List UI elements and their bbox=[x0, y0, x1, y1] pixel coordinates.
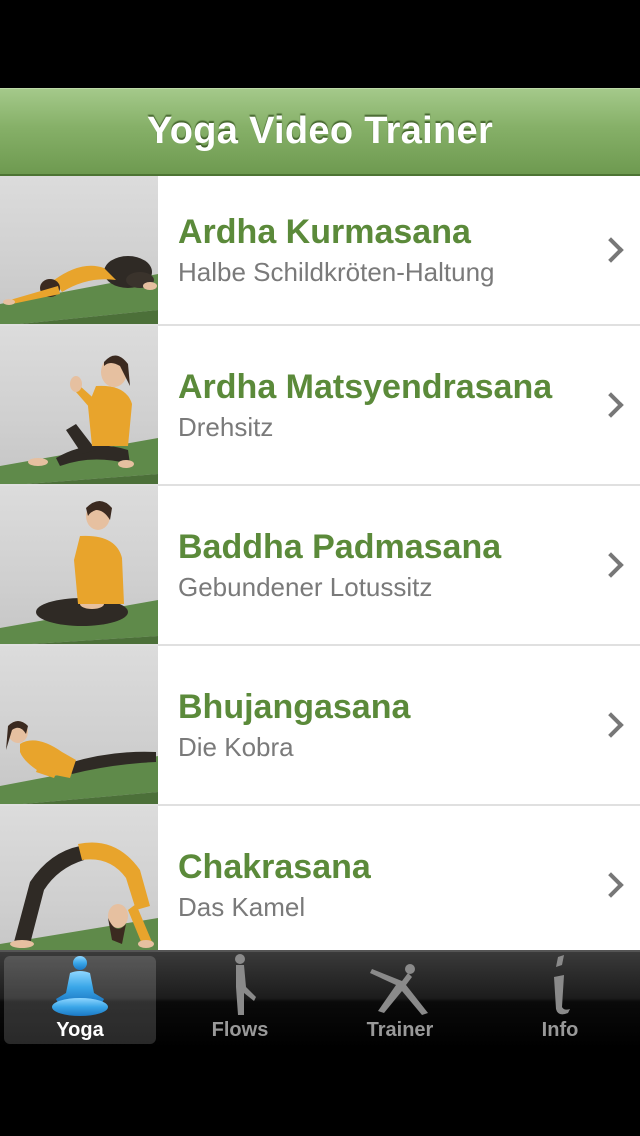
pose-title: Bhujangasana bbox=[178, 688, 411, 726]
tab-bar: Yoga Flows Trainer Info bbox=[0, 950, 640, 1048]
pose-subtitle: Halbe Schildkröten-Haltung bbox=[178, 257, 495, 287]
tab-label: Info bbox=[541, 1019, 579, 1041]
downward-dog-icon bbox=[368, 953, 432, 1017]
meditation-icon bbox=[48, 953, 112, 1017]
page-title: Yoga Video Trainer bbox=[146, 110, 494, 152]
pose-thumbnail bbox=[0, 486, 158, 644]
pose-thumbnail bbox=[0, 176, 158, 324]
pose-title: Chakrasana bbox=[178, 848, 371, 886]
row-text: Baddha Padmasana Gebundener Lotussitz bbox=[178, 486, 580, 644]
list-item-chakrasana[interactable]: Chakrasana Das Kamel bbox=[0, 806, 640, 950]
standing-pose-icon bbox=[208, 953, 272, 1017]
tab-flows[interactable]: Flows bbox=[160, 952, 320, 1048]
chevron-right-icon bbox=[598, 872, 624, 898]
list-item-bhujangasana[interactable]: Bhujangasana Die Kobra bbox=[0, 646, 640, 806]
pose-subtitle: Das Kamel bbox=[178, 892, 306, 922]
pose-title: Ardha Kurmasana bbox=[178, 213, 471, 251]
chevron-right-icon bbox=[598, 552, 624, 578]
pose-subtitle: Die Kobra bbox=[178, 732, 294, 762]
pose-subtitle: Gebundener Lotussitz bbox=[178, 572, 433, 602]
tab-trainer[interactable]: Trainer bbox=[320, 952, 480, 1048]
pose-list: Ardha Kurmasana Halbe Schildkröten-Haltu… bbox=[0, 176, 640, 950]
chevron-right-icon bbox=[598, 712, 624, 738]
app-screen: Yoga Video Trainer Ardha Kurmasana Halbe… bbox=[0, 0, 640, 1136]
chevron-right-icon bbox=[598, 392, 624, 418]
row-text: Chakrasana Das Kamel bbox=[178, 806, 580, 950]
pose-thumbnail bbox=[0, 326, 158, 484]
tab-yoga[interactable]: Yoga bbox=[4, 956, 156, 1044]
row-text: Ardha Matsyendrasana Drehsitz bbox=[178, 326, 580, 484]
bottom-area bbox=[0, 1048, 640, 1136]
pose-thumbnail bbox=[0, 806, 158, 950]
pose-title: Ardha Matsyendrasana bbox=[178, 368, 553, 406]
row-text: Ardha Kurmasana Halbe Schildkröten-Haltu… bbox=[178, 176, 580, 324]
list-item-baddha-padmasana[interactable]: Baddha Padmasana Gebundener Lotussitz bbox=[0, 486, 640, 646]
tab-info[interactable]: Info bbox=[480, 952, 640, 1048]
row-text: Bhujangasana Die Kobra bbox=[178, 646, 580, 804]
info-icon bbox=[528, 953, 592, 1017]
navigation-bar: Yoga Video Trainer bbox=[0, 88, 640, 176]
status-bar bbox=[0, 0, 640, 88]
chevron-right-icon bbox=[598, 237, 624, 263]
pose-title: Baddha Padmasana bbox=[178, 528, 502, 566]
tab-label: Flows bbox=[211, 1019, 269, 1041]
tab-label: Yoga bbox=[56, 1019, 104, 1041]
list-item-ardha-matsyendrasana[interactable]: Ardha Matsyendrasana Drehsitz bbox=[0, 326, 640, 486]
tab-label: Trainer bbox=[366, 1019, 434, 1041]
list-item-ardha-kurmasana[interactable]: Ardha Kurmasana Halbe Schildkröten-Haltu… bbox=[0, 176, 640, 326]
pose-subtitle: Drehsitz bbox=[178, 412, 274, 442]
pose-thumbnail bbox=[0, 646, 158, 804]
